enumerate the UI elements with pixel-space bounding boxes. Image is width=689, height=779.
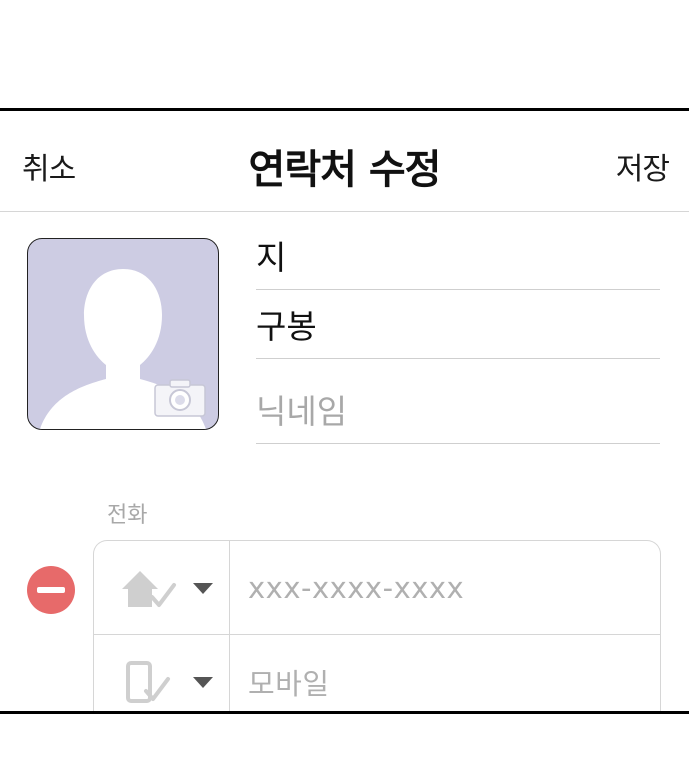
home-phone-icon — [122, 571, 176, 607]
camera-icon[interactable] — [153, 378, 207, 418]
nickname-placeholder: 닉네임 — [256, 392, 348, 431]
phone-type-selector-home[interactable] — [94, 541, 230, 634]
phone-row: xxx-xxxx-xxxx — [94, 541, 660, 635]
phone-section-label: 전화 — [107, 503, 148, 528]
phone-type-selector-mobile[interactable] — [94, 635, 230, 713]
mobile-number-input[interactable]: 모바일 — [248, 635, 638, 713]
phone-number-input[interactable]: xxx-xxxx-xxxx — [248, 541, 638, 634]
mobile-phone-icon — [126, 661, 170, 703]
chevron-down-icon — [193, 677, 213, 688]
first-name-field[interactable]: 지 — [256, 225, 660, 290]
chevron-down-icon — [193, 583, 213, 594]
last-name-field[interactable]: 구봉 — [256, 294, 660, 359]
save-button[interactable]: 저장 — [616, 144, 670, 188]
phone-entries: xxx-xxxx-xxxx 모바일 — [93, 540, 661, 713]
remove-phone-button[interactable] — [27, 566, 75, 614]
phone-row: 모바일 — [94, 635, 660, 713]
navigation-bar: 취소 연락처 수정 저장 — [0, 111, 689, 212]
nickname-field[interactable]: 닉네임 — [256, 379, 660, 444]
bottom-frame-line — [0, 711, 689, 714]
first-name-value: 지 — [256, 238, 287, 277]
last-name-value: 구봉 — [256, 307, 317, 346]
page-title: 연락처 수정 — [248, 147, 442, 193]
